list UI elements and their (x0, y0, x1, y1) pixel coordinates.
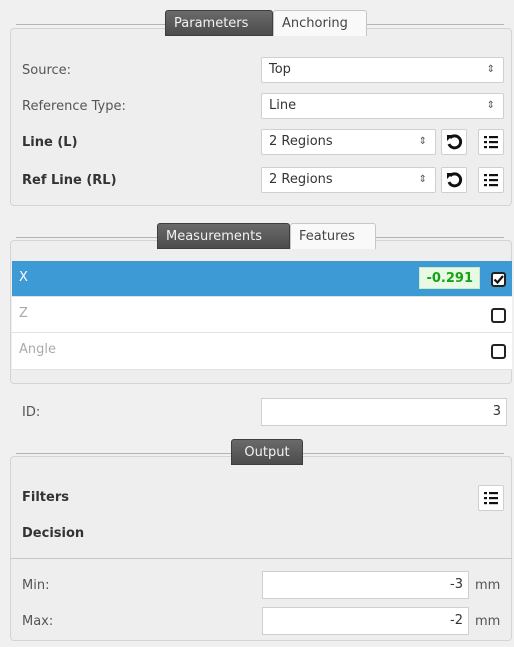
tab-parameters[interactable]: Parameters (165, 10, 273, 36)
decision-label: Decision (22, 526, 85, 541)
min-label: Min: (22, 578, 50, 593)
list-icon (484, 174, 498, 187)
ref-line-select-value: 2 Regions (269, 172, 333, 187)
measurement-checkbox-checked[interactable] (491, 272, 506, 287)
tab-measurements[interactable]: Measurements (157, 223, 290, 249)
id-input[interactable]: 3 (261, 398, 507, 426)
max-unit: mm (475, 614, 501, 629)
tab-output[interactable]: Output (231, 439, 303, 465)
output-tabbar: Output (0, 439, 514, 465)
ref-line-reset-button[interactable] (441, 167, 467, 193)
select-arrows-icon: ⇕ (418, 136, 427, 147)
decision-divider (10, 558, 512, 559)
reset-icon (447, 134, 463, 150)
filters-list-button[interactable] (478, 485, 504, 511)
reference-type-label: Reference Type: (22, 99, 126, 114)
reference-type-select-value: Line (269, 98, 297, 113)
line-list-button[interactable] (478, 129, 504, 155)
measurement-value-badge: -0.291 (419, 267, 480, 289)
ref-line-label: Ref Line (RL) (22, 173, 117, 188)
list-icon (484, 492, 498, 505)
filters-label: Filters (22, 490, 69, 505)
source-label: Source: (22, 63, 72, 78)
measurement-name: Angle (19, 342, 56, 357)
id-label: ID: (22, 405, 41, 420)
ref-line-select[interactable]: 2 Regions ⇕ (261, 167, 436, 193)
line-select[interactable]: 2 Regions ⇕ (261, 129, 436, 155)
min-unit: mm (475, 578, 501, 593)
checkmark-icon (493, 275, 504, 285)
select-arrows-icon: ⇕ (486, 64, 495, 75)
parameters-tabbar: Parameters Anchoring (0, 10, 514, 36)
source-select-value: Top (269, 62, 291, 77)
measurement-row-z[interactable]: Z (12, 297, 512, 333)
measurement-name: X (19, 270, 28, 285)
max-input[interactable]: -2 (262, 607, 469, 635)
measurement-checkbox[interactable] (491, 344, 506, 359)
measurement-name: Z (19, 306, 28, 321)
measurement-row-angle[interactable]: Angle (12, 333, 512, 370)
tab-anchoring[interactable]: Anchoring (273, 10, 367, 36)
ref-line-list-button[interactable] (478, 167, 504, 193)
reference-type-select[interactable]: Line ⇕ (261, 93, 504, 119)
measurement-checkbox[interactable] (491, 308, 506, 323)
measurements-tabbar: Measurements Features (0, 223, 514, 249)
list-icon (484, 136, 498, 149)
min-input[interactable]: -3 (262, 571, 469, 599)
reset-icon (447, 172, 463, 188)
line-label: Line (L) (22, 135, 78, 150)
select-arrows-icon: ⇕ (486, 100, 495, 111)
select-arrows-icon: ⇕ (418, 174, 427, 185)
measurement-row-x[interactable]: X -0.291 (12, 261, 512, 297)
tab-features[interactable]: Features (290, 223, 376, 249)
source-select[interactable]: Top ⇕ (261, 57, 504, 83)
max-label: Max: (22, 614, 54, 629)
line-select-value: 2 Regions (269, 134, 333, 149)
line-reset-button[interactable] (441, 129, 467, 155)
